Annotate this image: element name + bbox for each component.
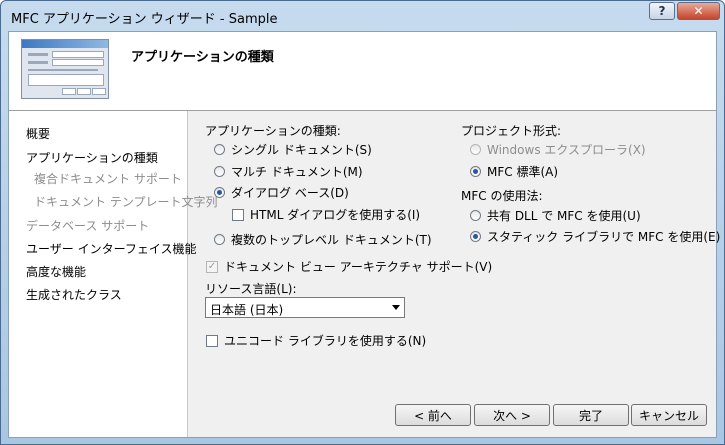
checkbox-indicator xyxy=(206,334,218,347)
checkbox-label: ユニコード ライブラリを使用する(N) xyxy=(224,334,427,348)
title-bar[interactable]: MFC アプリケーション ウィザード - Sample ? ✕ xyxy=(1,1,724,31)
radio-label: シングル ドキュメント(S) xyxy=(231,143,372,157)
checkbox-unicode-library[interactable]: ユニコード ライブラリを使用する(N) xyxy=(206,332,426,349)
radio-indicator xyxy=(214,234,225,245)
radio-label: ダイアログ ベース(D) xyxy=(231,186,349,200)
radio-multiple-top-level[interactable]: 複数のトップレベル ドキュメント(T) xyxy=(214,231,432,248)
radio-label: スタティック ライブラリで MFC を使用(E) xyxy=(487,230,721,244)
checkmark-icon: ✓ xyxy=(206,260,218,273)
cancel-button[interactable]: キャンセル xyxy=(631,404,707,426)
radio-indicator xyxy=(470,231,481,242)
sidebar-item-advanced-features[interactable]: 高度な機能 xyxy=(26,263,86,280)
radio-mfc-static-library[interactable]: スタティック ライブラリで MFC を使用(E) xyxy=(470,228,720,245)
wizard-header: アプリケーションの種類 xyxy=(9,32,716,111)
help-icon: ? xyxy=(658,4,666,18)
radio-windows-explorer: Windows エクスプローラ(X) xyxy=(470,141,646,158)
finish-button[interactable]: 完了 xyxy=(553,404,629,426)
radio-indicator xyxy=(214,187,225,198)
page-title: アプリケーションの種類 xyxy=(131,50,274,65)
close-button[interactable]: ✕ xyxy=(677,2,720,20)
radio-label: マルチ ドキュメント(M) xyxy=(231,165,363,179)
window-title: MFC アプリケーション ウィザード - Sample xyxy=(11,12,278,27)
radio-indicator xyxy=(470,210,481,221)
close-icon: ✕ xyxy=(693,4,704,18)
checkbox-label: HTML ダイアログを使用する(I) xyxy=(250,208,421,222)
wizard-thumbnail-icon xyxy=(21,39,109,99)
radio-indicator xyxy=(470,144,481,155)
wizard-window: MFC アプリケーション ウィザード - Sample ? ✕ アプリケーション… xyxy=(0,0,725,445)
sidebar-item-document-template-strings: ドキュメント テンプレート文字列 xyxy=(34,195,218,209)
project-style-label: プロジェクト形式: xyxy=(461,124,562,138)
radio-label: 共有 DLL で MFC を使用(U) xyxy=(487,209,641,223)
next-button[interactable]: 次へ > xyxy=(474,404,550,426)
radio-single-document[interactable]: シングル ドキュメント(S) xyxy=(214,141,372,158)
radio-indicator xyxy=(214,166,225,177)
back-button[interactable]: < 前へ xyxy=(395,404,471,426)
checkbox-doc-view-architecture: ✓ ドキュメント ビュー アーキテクチャ サポート(V) xyxy=(206,258,492,275)
checkbox-label: ドキュメント ビュー アーキテクチャ サポート(V) xyxy=(224,260,493,274)
checkbox-html-dialog[interactable]: HTML ダイアログを使用する(I) xyxy=(232,206,420,223)
chevron-down-icon xyxy=(392,305,400,310)
radio-multiple-document[interactable]: マルチ ドキュメント(M) xyxy=(214,163,363,180)
app-type-label: アプリケーションの種類: xyxy=(205,124,341,138)
radio-indicator xyxy=(470,166,481,177)
radio-label: Windows エクスプローラ(X) xyxy=(487,143,646,157)
dialog-client: アプリケーションの種類 概要 アプリケーションの種類 複合ドキュメント サポート… xyxy=(8,31,720,438)
help-button[interactable]: ? xyxy=(649,2,675,20)
resource-language-value: 日本語 (日本) xyxy=(210,303,284,317)
radio-label: 複数のトップレベル ドキュメント(T) xyxy=(231,233,432,247)
radio-indicator xyxy=(214,144,225,155)
checkbox-indicator xyxy=(232,208,244,221)
sidebar-item-ui-features[interactable]: ユーザー インターフェイス機能 xyxy=(26,240,197,257)
radio-dialog-based[interactable]: ダイアログ ベース(D) xyxy=(214,184,349,201)
resource-language-select[interactable]: 日本語 (日本) xyxy=(205,297,405,318)
radio-mfc-shared-dll[interactable]: 共有 DLL で MFC を使用(U) xyxy=(470,207,641,224)
sidebar-item-generated-classes[interactable]: 生成されたクラス xyxy=(26,286,122,303)
resource-language-label: リソース言語(L): xyxy=(205,282,297,296)
mfc-use-label: MFC の使用法: xyxy=(461,189,543,203)
wizard-steps-sidebar: 概要 アプリケーションの種類 複合ドキュメント サポート ドキュメント テンプレ… xyxy=(9,111,217,437)
sidebar-item-database-support: データベース サポート xyxy=(26,219,150,233)
sidebar-item-compound-document: 複合ドキュメント サポート xyxy=(34,172,182,186)
radio-label: MFC 標準(A) xyxy=(487,165,559,179)
sidebar-item-overview[interactable]: 概要 xyxy=(26,125,50,142)
radio-mfc-standard[interactable]: MFC 標準(A) xyxy=(470,163,558,180)
sidebar-item-application-type[interactable]: アプリケーションの種類 xyxy=(26,149,158,166)
